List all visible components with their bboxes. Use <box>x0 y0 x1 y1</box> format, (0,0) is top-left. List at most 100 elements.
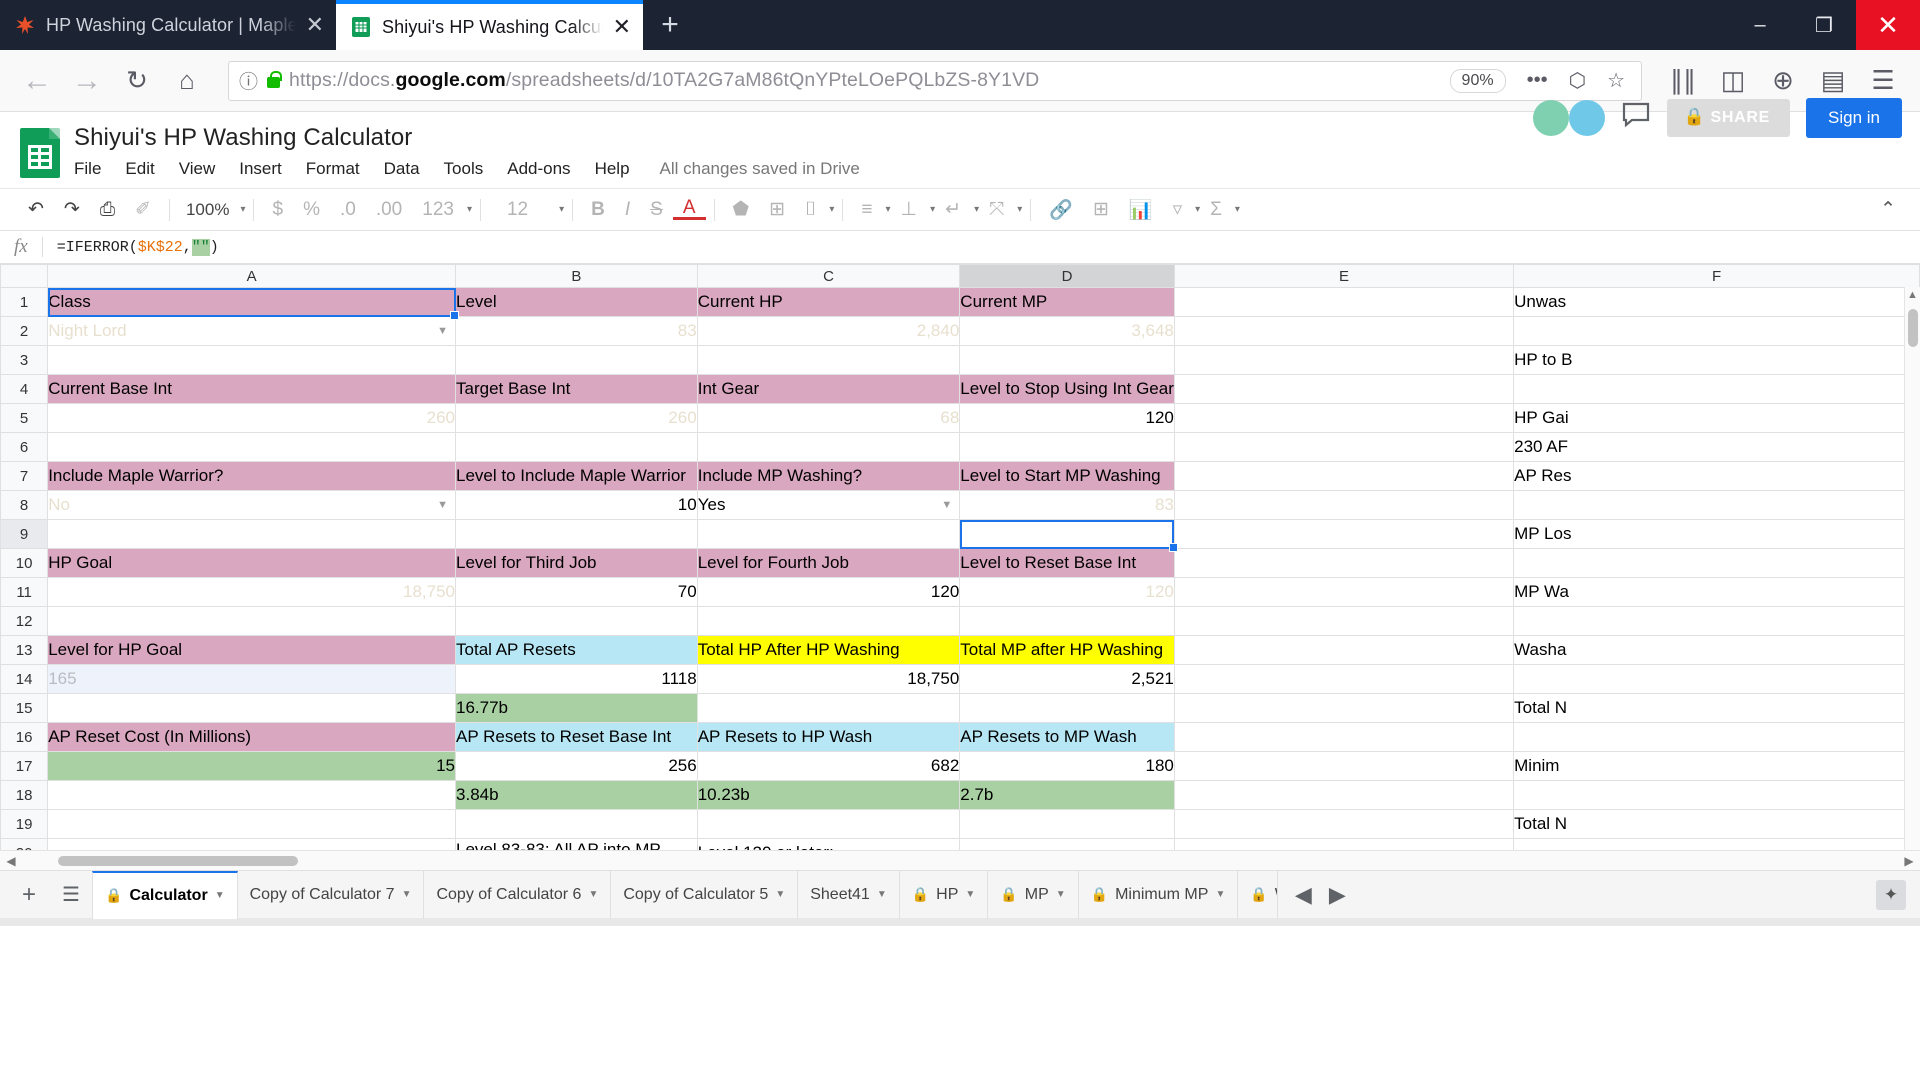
zoom-caret-icon[interactable]: ▾ <box>240 204 245 215</box>
strikethrough-icon[interactable]: S <box>640 199 673 221</box>
scroll-left-icon[interactable]: ◀ <box>0 854 22 868</box>
cell-d5[interactable]: 120 <box>959 403 1175 433</box>
cell-c19[interactable] <box>696 809 961 839</box>
cell-e9[interactable] <box>1173 519 1515 549</box>
cell-b12[interactable] <box>455 606 698 636</box>
row-header-9[interactable]: 9 <box>0 519 49 549</box>
borders-icon[interactable]: ⊞ <box>759 198 795 221</box>
row-header-3[interactable]: 3 <box>0 345 49 375</box>
vertical-align-icon[interactable]: ⊥ <box>891 198 928 221</box>
cell-b11[interactable]: 70 <box>455 577 698 607</box>
cell-e12[interactable] <box>1173 606 1515 636</box>
sheet-tab-hp[interactable]: 🔒 HP ▼ <box>900 870 989 919</box>
cell-b8[interactable]: 10 <box>455 490 698 520</box>
cell-a12[interactable] <box>47 606 457 636</box>
browser-tab-1-close-icon[interactable]: ✕ <box>306 14 324 36</box>
collaborator-avatar-1[interactable] <box>1532 100 1569 136</box>
cell-d11[interactable]: 120 <box>959 577 1175 607</box>
font-size-input[interactable]: 12 <box>489 199 556 221</box>
cell-b1[interactable]: Level <box>455 287 698 317</box>
row-header-7[interactable]: 7 <box>0 461 49 491</box>
cell-c1[interactable]: Current HP <box>696 287 961 317</box>
cell-e13[interactable] <box>1173 635 1515 665</box>
cell-c17[interactable]: 682 <box>696 751 961 781</box>
row-header-16[interactable]: 16 <box>0 722 49 752</box>
cell-a6[interactable] <box>47 432 457 462</box>
cell-f17[interactable]: Minim <box>1513 751 1920 781</box>
cell-a9[interactable] <box>47 519 457 549</box>
menu-help[interactable]: Help <box>583 156 642 182</box>
all-sheets-button[interactable]: ☰ <box>50 882 92 907</box>
pocket-icon[interactable]: ⬡ <box>1563 68 1592 93</box>
cell-c18[interactable]: 10.23b <box>696 780 961 810</box>
text-wrap-icon[interactable]: ↵ <box>935 198 971 221</box>
sheet-tab-copy-of-calculator-5[interactable]: Copy of Calculator 5 ▼ <box>611 870 799 919</box>
horizontal-align-icon[interactable]: ≡ <box>851 199 882 221</box>
cell-b3[interactable] <box>455 345 698 375</box>
cell-e5[interactable] <box>1173 403 1515 433</box>
chevron-down-icon[interactable]: ▼ <box>1215 889 1225 900</box>
text-rotation-icon[interactable]: ⤧ <box>979 199 1014 221</box>
row-header-20[interactable]: 20 <box>0 838 49 850</box>
cell-c3[interactable] <box>696 345 961 375</box>
cell-f1[interactable]: Unwas <box>1513 287 1920 317</box>
row-header-14[interactable]: 14 <box>0 664 49 694</box>
cell-b18[interactable]: 3.84b <box>455 780 698 810</box>
paint-format-icon[interactable]: ✐ <box>125 198 161 221</box>
cell-f18[interactable] <box>1513 780 1920 810</box>
cell-e3[interactable] <box>1173 345 1515 375</box>
window-close-button[interactable]: ✕ <box>1856 0 1920 50</box>
row-header-19[interactable]: 19 <box>0 809 49 839</box>
cell-f2[interactable] <box>1513 316 1920 346</box>
cell-f8[interactable] <box>1513 490 1920 520</box>
cell-b4[interactable]: Target Base Int <box>455 374 698 404</box>
cell-a14[interactable]: 165 <box>47 664 457 694</box>
horizontal-scrollbar[interactable]: ◀ ▶ <box>0 850 1920 870</box>
horizontal-scroll-track[interactable] <box>22 851 1898 871</box>
sheet-tab-minimum-mp[interactable]: 🔒 Minimum MP ▼ <box>1079 870 1239 919</box>
cell-e8[interactable] <box>1173 490 1515 520</box>
column-header-f[interactable]: F <box>1513 264 1920 288</box>
percent-format-icon[interactable]: % <box>293 199 330 221</box>
cell-d8[interactable]: 83 <box>959 490 1175 520</box>
more-formats-icon[interactable]: 123 <box>412 199 464 221</box>
row-header-4[interactable]: 4 <box>0 374 49 404</box>
cell-a8[interactable]: No ▼ <box>47 490 457 520</box>
insert-link-icon[interactable]: 🔗 <box>1039 198 1083 222</box>
scroll-right-icon[interactable]: ▶ <box>1898 854 1920 868</box>
sheet-tab-copy-of-calculator-7[interactable]: Copy of Calculator 7 ▼ <box>238 870 425 919</box>
cell-c13[interactable]: Total HP After HP Washing <box>696 635 961 665</box>
merge-cells-icon[interactable]: ⌷ <box>795 199 826 221</box>
account-icon[interactable]: ▤ <box>1810 58 1856 104</box>
fill-color-icon[interactable]: ⬟ <box>723 198 760 221</box>
cell-e17[interactable] <box>1173 751 1515 781</box>
home-icon[interactable]: ⌂ <box>164 58 210 104</box>
cell-a17[interactable]: 15 <box>47 751 457 781</box>
cell-f16[interactable] <box>1513 722 1920 752</box>
cell-c4[interactable]: Int Gear <box>696 374 961 404</box>
chevron-down-icon[interactable]: ▼ <box>941 499 952 511</box>
cell-a13[interactable]: Level for HP Goal <box>47 635 457 665</box>
cell-d12[interactable] <box>959 606 1175 636</box>
comment-icon[interactable] <box>1621 102 1651 135</box>
increase-decimal-icon[interactable]: .00 <box>366 199 412 221</box>
add-sheet-button[interactable]: + <box>8 881 50 909</box>
cell-c12[interactable] <box>696 606 961 636</box>
cell-a20[interactable] <box>47 838 457 850</box>
cell-e18[interactable] <box>1173 780 1515 810</box>
sheet-tab-next-button[interactable]: ▶ <box>1320 882 1354 908</box>
cell-c5[interactable]: 68 <box>696 403 961 433</box>
cell-c8[interactable]: Yes ▼ <box>696 490 961 520</box>
explore-button[interactable]: ✦ <box>1876 879 1906 910</box>
cell-e19[interactable] <box>1173 809 1515 839</box>
cell-e6[interactable] <box>1173 432 1515 462</box>
row-header-11[interactable]: 11 <box>0 577 49 607</box>
cell-a10[interactable]: HP Goal <box>47 548 457 578</box>
row-header-12[interactable]: 12 <box>0 606 49 636</box>
cell-d20[interactable] <box>959 838 1175 850</box>
cell-f14[interactable] <box>1513 664 1920 694</box>
cell-b7[interactable]: Level to Include Maple Warrior <box>455 461 698 491</box>
cell-b9[interactable] <box>455 519 698 549</box>
page-info-icon[interactable]: ⓘ <box>239 67 258 94</box>
bold-icon[interactable]: B <box>581 199 615 221</box>
